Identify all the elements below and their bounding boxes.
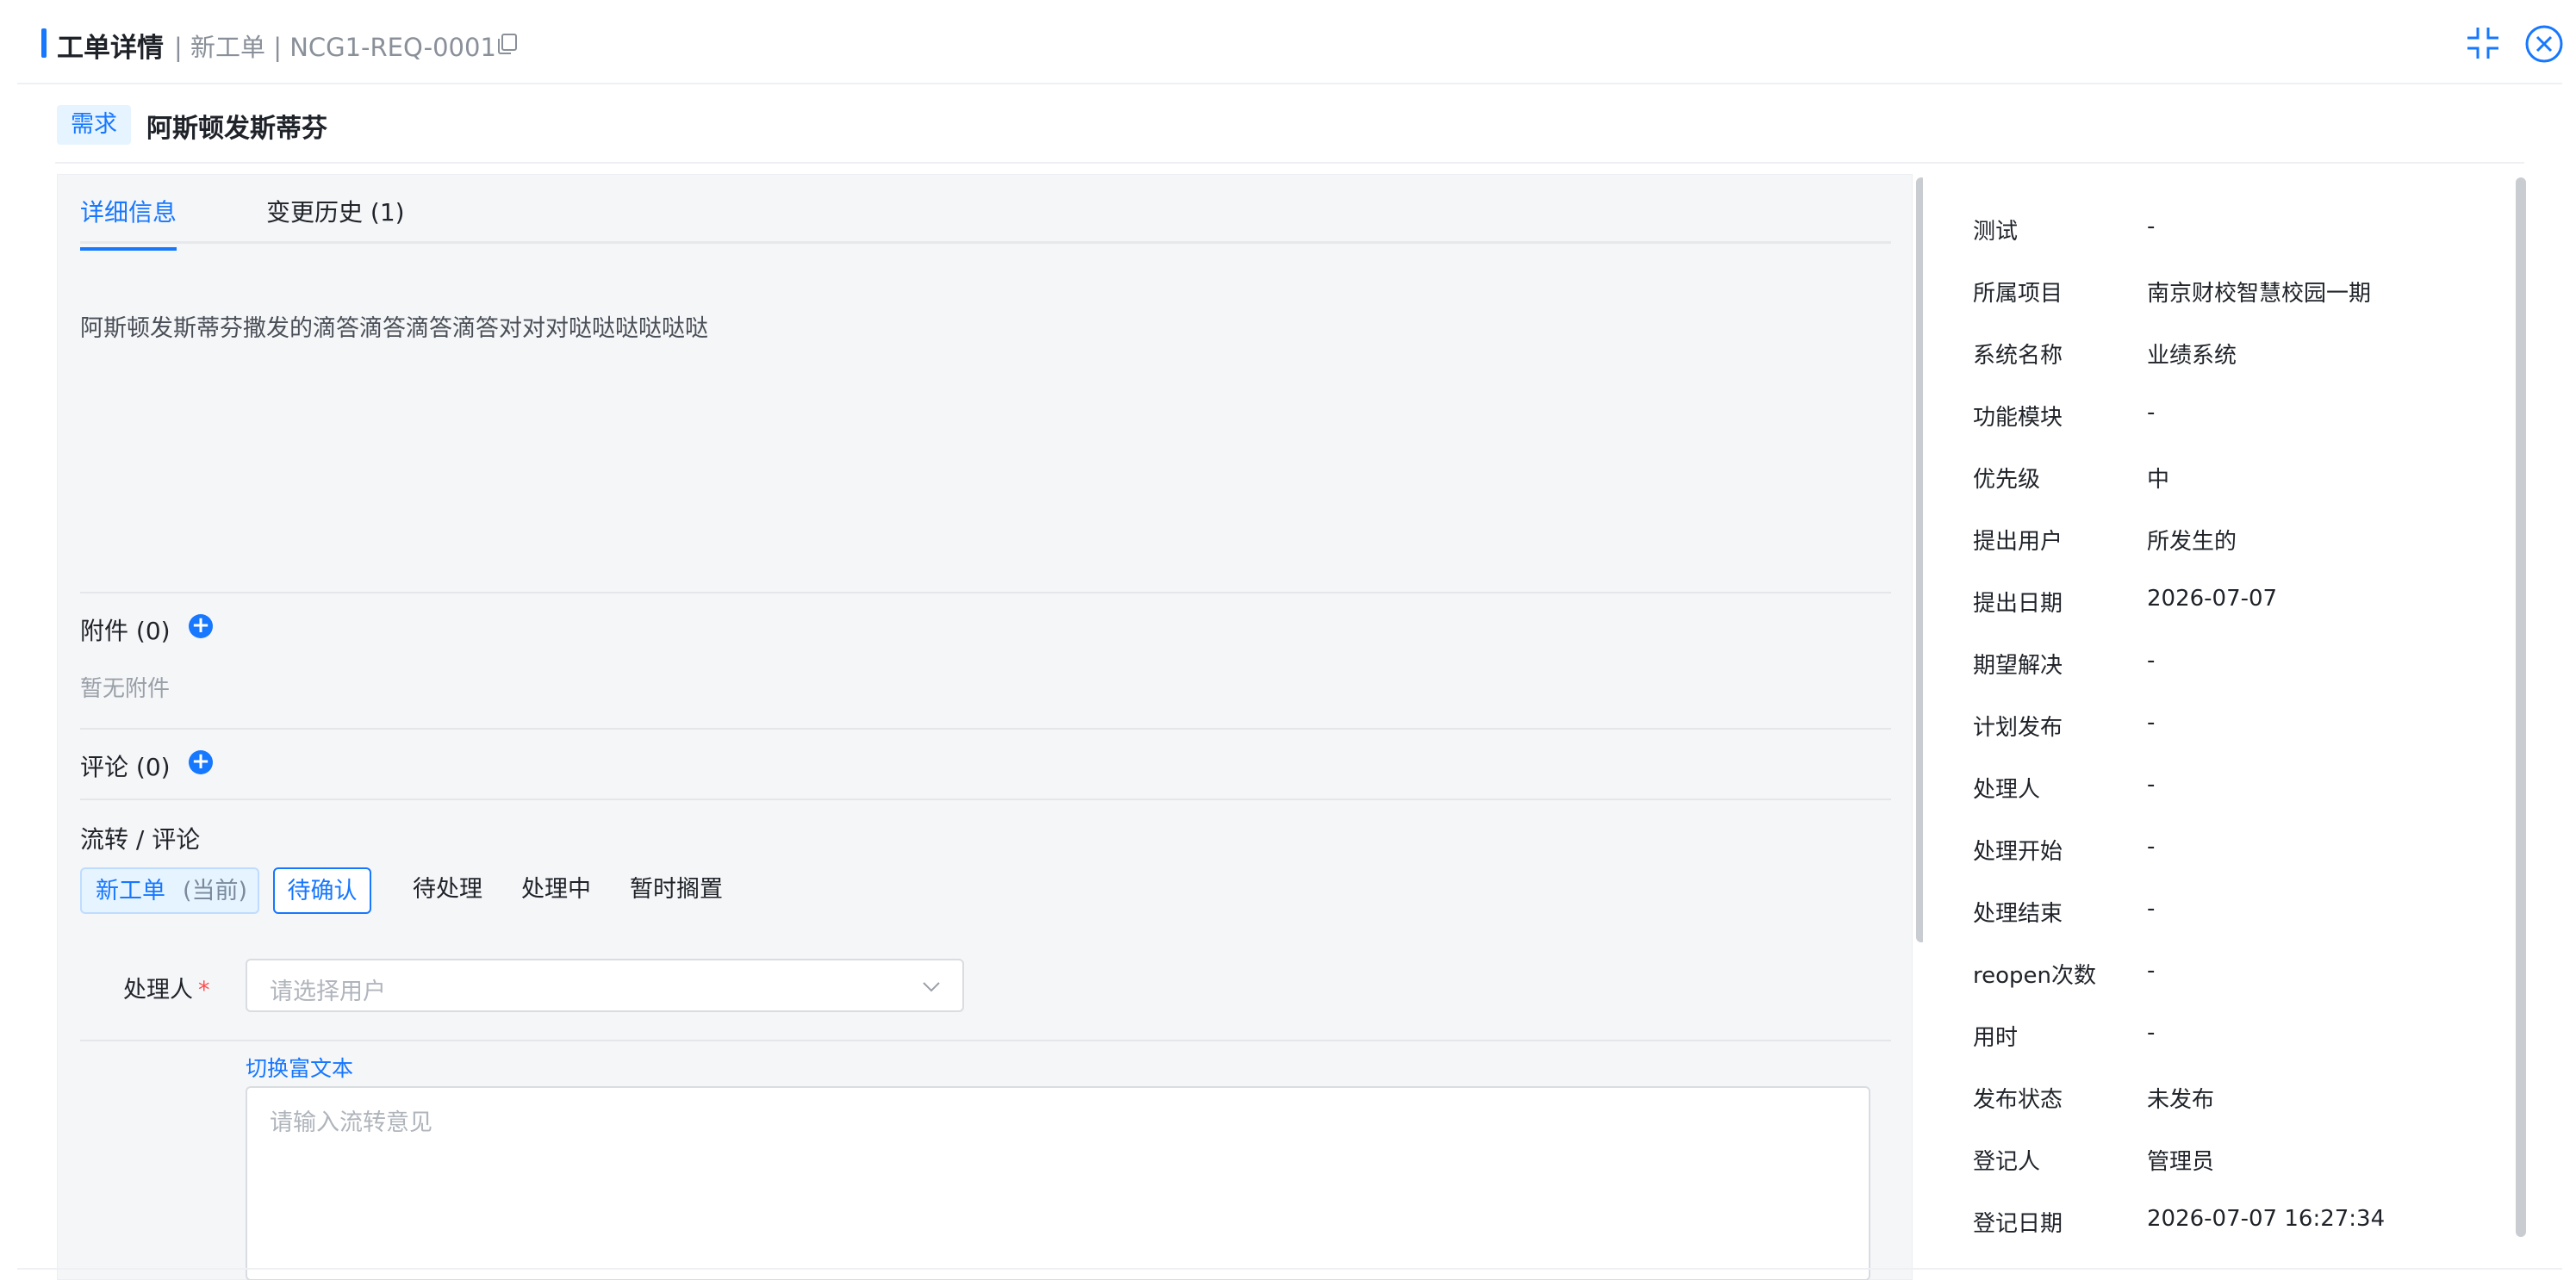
info-label: reopen次数 [1973, 963, 2097, 989]
collapse-icon[interactable] [2464, 24, 2502, 62]
info-label: 测试 [1973, 219, 2019, 245]
step-processing[interactable]: 处理中 [521, 867, 591, 914]
info-label: 所属项目 [1973, 281, 2063, 307]
info-label: 处理人 [1973, 777, 2041, 803]
detail-panel: 详细信息 变更历史 (1) 阿斯顿发斯蒂芬撒发的滴答滴答滴答滴答对对对哒哒哒哒哒… [57, 174, 1913, 1280]
info-value: 未发布 [2147, 1087, 2215, 1113]
info-label: 处理开始 [1973, 839, 2063, 865]
info-value: - [2147, 958, 2156, 984]
tab-change-history[interactable]: 变更历史 (1) [266, 194, 405, 228]
info-value: - [2147, 1020, 2156, 1046]
info-label: 提出用户 [1973, 529, 2063, 555]
toggle-rich-text-link[interactable]: 切换富文本 [246, 1052, 353, 1083]
info-value: - [2147, 400, 2156, 426]
info-label: 发布状态 [1973, 1087, 2063, 1113]
info-value: - [2147, 214, 2156, 239]
attachments-empty-text: 暂无附件 [80, 676, 171, 702]
step-on-hold[interactable]: 暂时搁置 [630, 867, 723, 914]
info-label: 计划发布 [1973, 715, 2063, 741]
attachments-title: 附件 (0) [80, 617, 171, 645]
info-label: 用时 [1973, 1025, 2019, 1051]
info-label: 处理结束 [1973, 901, 2063, 927]
info-label: 提出日期 [1973, 591, 2063, 617]
info-value: 所发生的 [2147, 529, 2237, 555]
info-value: 南京财校智慧校园一期 [2147, 281, 2372, 307]
assignee-select-placeholder: 请选择用户 [270, 979, 386, 1005]
step-current-label: 新工单 [96, 878, 165, 904]
add-comment-button[interactable]: + [189, 750, 213, 774]
step-pending-confirm[interactable]: 待确认 [273, 867, 371, 914]
page-title: 工单详情 [57, 33, 164, 64]
required-mark: * [198, 977, 210, 1003]
title-accent-bar [41, 28, 47, 58]
divider [80, 728, 1891, 730]
divider [55, 162, 2524, 164]
info-value: - [2147, 772, 2156, 798]
flow-opinion-textarea[interactable]: 请输入流转意见 [246, 1086, 1870, 1280]
flow-title: 流转 / 评论 [80, 825, 201, 854]
info-label: 系统名称 [1973, 343, 2063, 369]
info-label: 登记人 [1973, 1149, 2041, 1175]
info-value: - [2147, 710, 2156, 736]
flow-opinion-placeholder: 请输入流转意见 [270, 1109, 432, 1136]
assignee-label: 处理人 * [123, 971, 210, 1004]
assignee-select[interactable]: 请选择用户 [246, 959, 964, 1012]
divider [80, 1040, 1891, 1041]
assignee-label-text: 处理人 [123, 977, 193, 1003]
tab-bar: 详细信息 变更历史 (1) [80, 175, 1891, 251]
info-value: 2026-07-07 16:27:34 [2147, 1206, 2386, 1232]
divider [80, 798, 1891, 800]
info-label: 期望解决 [1973, 653, 2063, 679]
header: 工单详情 | 新工单 | NCG1-REQ-0001 [17, 0, 2564, 84]
issue-title: 阿斯顿发斯蒂芬 [146, 114, 327, 144]
step-current-note: (当前) [183, 878, 248, 904]
ticket-detail-page: 工单详情 | 新工单 | NCG1-REQ-0001 需求 阿斯顿发斯蒂芬 详细… [0, 0, 2576, 1280]
info-panel: 测试 - 所属项目 南京财校智慧校园一期系统名称 业绩系统功能模块 - 优先级 中提出用户 所发… [1923, 174, 2526, 1280]
info-value: 管理员 [2147, 1149, 2215, 1175]
info-value: - [2147, 648, 2156, 674]
divider [17, 1268, 2562, 1270]
close-icon[interactable] [2524, 24, 2564, 64]
copy-icon[interactable] [496, 33, 519, 55]
add-attachment-button[interactable]: + [189, 614, 213, 638]
description-text: 阿斯顿发斯蒂芬撒发的滴答滴答滴答滴答对对对哒哒哒哒哒哒 [80, 315, 708, 342]
info-label: 优先级 [1973, 467, 2041, 493]
info-panel-scrollbar[interactable] [2516, 177, 2526, 1237]
info-value: - [2147, 834, 2156, 860]
info-value: 业绩系统 [2147, 343, 2237, 369]
chevron-down-icon [923, 982, 940, 992]
issue-type-tag: 需求 [57, 105, 131, 145]
info-label: 功能模块 [1973, 405, 2063, 431]
step-pending-process[interactable]: 待处理 [413, 867, 482, 914]
info-label: 登记日期 [1973, 1211, 2063, 1237]
info-value: 2026-07-07 [2147, 586, 2278, 612]
info-value: 中 [2147, 467, 2170, 493]
ticket-subtitle: | 新工单 | NCG1-REQ-0001 [174, 33, 496, 62]
info-value: - [2147, 896, 2156, 922]
comments-title: 评论 (0) [80, 753, 171, 781]
tab-details[interactable]: 详细信息 [80, 194, 177, 251]
divider [80, 592, 1891, 593]
step-current: 新工单 (当前) [80, 867, 259, 914]
